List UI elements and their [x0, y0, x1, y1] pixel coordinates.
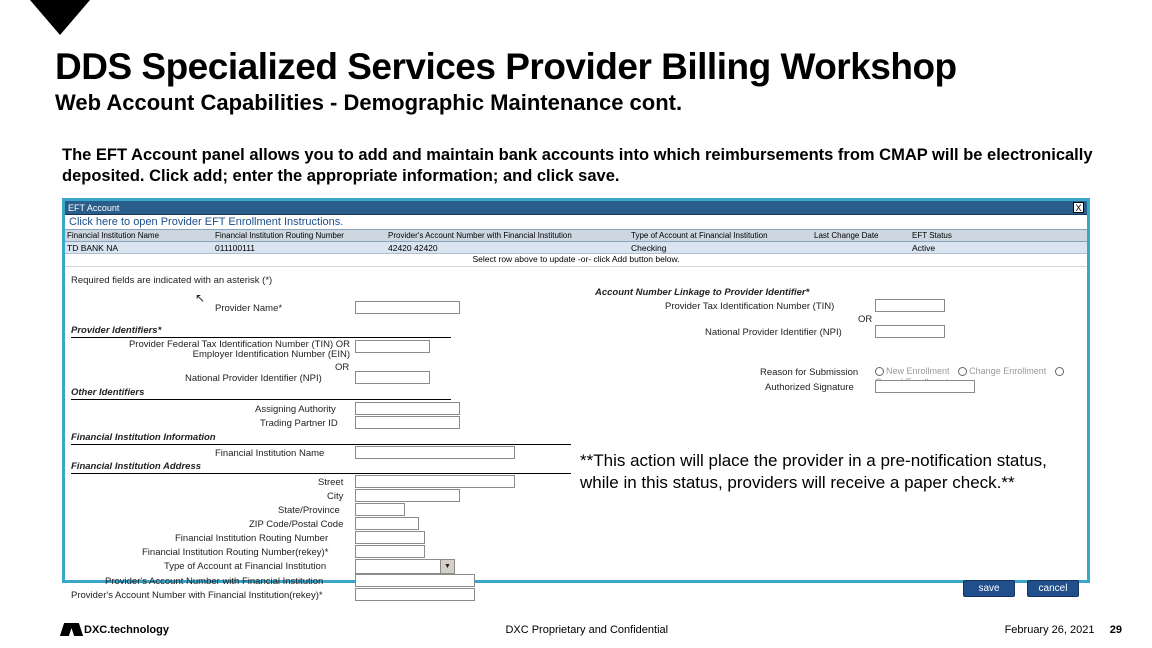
- dxc-mark-icon: [62, 623, 81, 636]
- radio-cancel-enrollment[interactable]: [1055, 367, 1064, 376]
- label-acct-type: Type of Account at Financial Institution: [164, 561, 326, 572]
- city-input[interactable]: [355, 489, 460, 502]
- panel-titlebar: EFT Account X: [65, 201, 1087, 215]
- label-routing-rekey: Financial Institution Routing Number(rek…: [142, 547, 328, 558]
- label-street: Street: [318, 477, 343, 488]
- corner-triangle-icon: [30, 0, 90, 35]
- cancel-button[interactable]: cancel: [1027, 580, 1079, 597]
- eft-account-panel-screenshot: EFT Account X Click here to open Provide…: [62, 198, 1090, 583]
- slide-subtitle: Web Account Capabilities - Demographic M…: [55, 90, 1112, 116]
- label-change-enrollment: Change Enrollment: [969, 366, 1046, 376]
- cursor-icon: ↖: [195, 291, 205, 305]
- body-paragraph: The EFT Account panel allows you to add …: [62, 145, 1107, 186]
- label-link-npi: National Provider Identifier (NPI): [705, 327, 842, 338]
- table-header-row: Financial Institution Name Financial Ins…: [65, 229, 1087, 242]
- footer-date: February 26, 2021: [1005, 624, 1095, 636]
- col-acct-num: Provider's Account Number with Financial…: [388, 231, 623, 240]
- label-assigning-authority: Assigning Authority: [255, 404, 336, 415]
- acct-type-select[interactable]: ▼: [355, 559, 455, 574]
- cell-routing: 011100111: [215, 243, 380, 253]
- section-financial-institution-info: Financial Institution Information: [71, 432, 571, 445]
- section-other-identifiers: Other Identifiers: [71, 387, 451, 400]
- slide-title: DDS Specialized Services Provider Billin…: [55, 46, 1112, 88]
- label-acct-num-rekey: Provider's Account Number with Financial…: [71, 590, 323, 601]
- npi-input[interactable]: [355, 371, 430, 384]
- col-fin-name: Financial Institution Name: [67, 231, 207, 240]
- fin-name-input[interactable]: [355, 446, 515, 459]
- col-routing: Financial Institution Routing Number: [215, 231, 380, 240]
- table-row[interactable]: TD BANK NA 011100111 42420 42420 Checkin…: [65, 242, 1087, 254]
- section-provider-identifiers: Provider Identifiers*: [71, 325, 451, 338]
- cell-status: Active: [912, 243, 935, 253]
- authorized-signature-input[interactable]: [875, 380, 975, 393]
- acct-num-rekey-input[interactable]: [355, 588, 475, 601]
- label-npi: National Provider Identifier (NPI): [185, 373, 322, 384]
- cell-fin-name: TD BANK NA: [67, 243, 207, 253]
- label-routing: Financial Institution Routing Number: [175, 533, 328, 544]
- dxc-brand-text: DXC.technology: [84, 624, 169, 636]
- label-link-tin: Provider Tax Identification Number (TIN): [665, 301, 834, 312]
- label-new-enrollment: New Enrollment: [886, 366, 950, 376]
- col-last-change: Last Change Date: [814, 231, 904, 240]
- provider-name-input[interactable]: [355, 301, 460, 314]
- footer-page-number: 29: [1110, 624, 1122, 636]
- footer-confidential: DXC Proprietary and Confidential: [169, 624, 1005, 636]
- routing-input[interactable]: [355, 531, 425, 544]
- close-icon[interactable]: X: [1073, 202, 1084, 213]
- eft-instructions-link[interactable]: Click here to open Provider EFT Enrollme…: [65, 215, 1087, 229]
- label-zip: ZIP Code/Postal Code: [249, 519, 343, 530]
- street-input[interactable]: [355, 475, 515, 488]
- acct-num-input[interactable]: [355, 574, 475, 587]
- label-account-linkage: Account Number Linkage to Provider Ident…: [595, 287, 809, 298]
- dxc-logo: DXC.technology: [62, 623, 169, 636]
- select-row-instruction: Select row above to update -or- click Ad…: [65, 254, 1087, 267]
- trading-partner-input[interactable]: [355, 416, 460, 429]
- cell-acct-type: Checking: [631, 243, 806, 253]
- label-acct-num: Provider's Account Number with Financial…: [105, 576, 323, 587]
- chevron-down-icon: ▼: [440, 560, 454, 573]
- slide-footer: DXC.technology DXC Proprietary and Confi…: [62, 623, 1122, 636]
- col-acct-type: Type of Account at Financial Institution: [631, 231, 806, 240]
- radio-new-enrollment[interactable]: [875, 367, 884, 376]
- radio-change-enrollment[interactable]: [958, 367, 967, 376]
- zip-input[interactable]: [355, 517, 419, 530]
- label-authorized-signature: Authorized Signature: [765, 382, 854, 393]
- assigning-authority-input[interactable]: [355, 402, 460, 415]
- section-financial-institution-address: Financial Institution Address: [71, 461, 571, 474]
- required-fields-note: Required fields are indicated with an as…: [71, 275, 272, 286]
- state-input[interactable]: [355, 503, 405, 516]
- save-button[interactable]: save: [963, 580, 1015, 597]
- label-reason-for-submission: Reason for Submission: [760, 367, 858, 378]
- label-tin-ein: Provider Federal Tax Identification Numb…: [115, 340, 350, 360]
- label-or-1: OR: [335, 362, 349, 373]
- routing-rekey-input[interactable]: [355, 545, 425, 558]
- provider-status-note: **This action will place the provider in…: [580, 450, 1065, 494]
- label-state: State/Province: [278, 505, 340, 516]
- col-eft-status: EFT Status: [912, 231, 952, 240]
- label-link-or: OR: [858, 314, 872, 325]
- tin-ein-input[interactable]: [355, 340, 430, 353]
- link-tin-input[interactable]: [875, 299, 945, 312]
- label-city: City: [327, 491, 343, 502]
- panel-title: EFT Account: [68, 201, 119, 215]
- label-provider-name: Provider Name*: [215, 303, 282, 314]
- cell-acct-num: 42420 42420: [388, 243, 623, 253]
- label-fin-name: Financial Institution Name: [215, 448, 324, 459]
- label-trading-partner: Trading Partner ID: [260, 418, 338, 429]
- eft-form-area: Required fields are indicated with an as…: [65, 267, 1087, 597]
- link-npi-input[interactable]: [875, 325, 945, 338]
